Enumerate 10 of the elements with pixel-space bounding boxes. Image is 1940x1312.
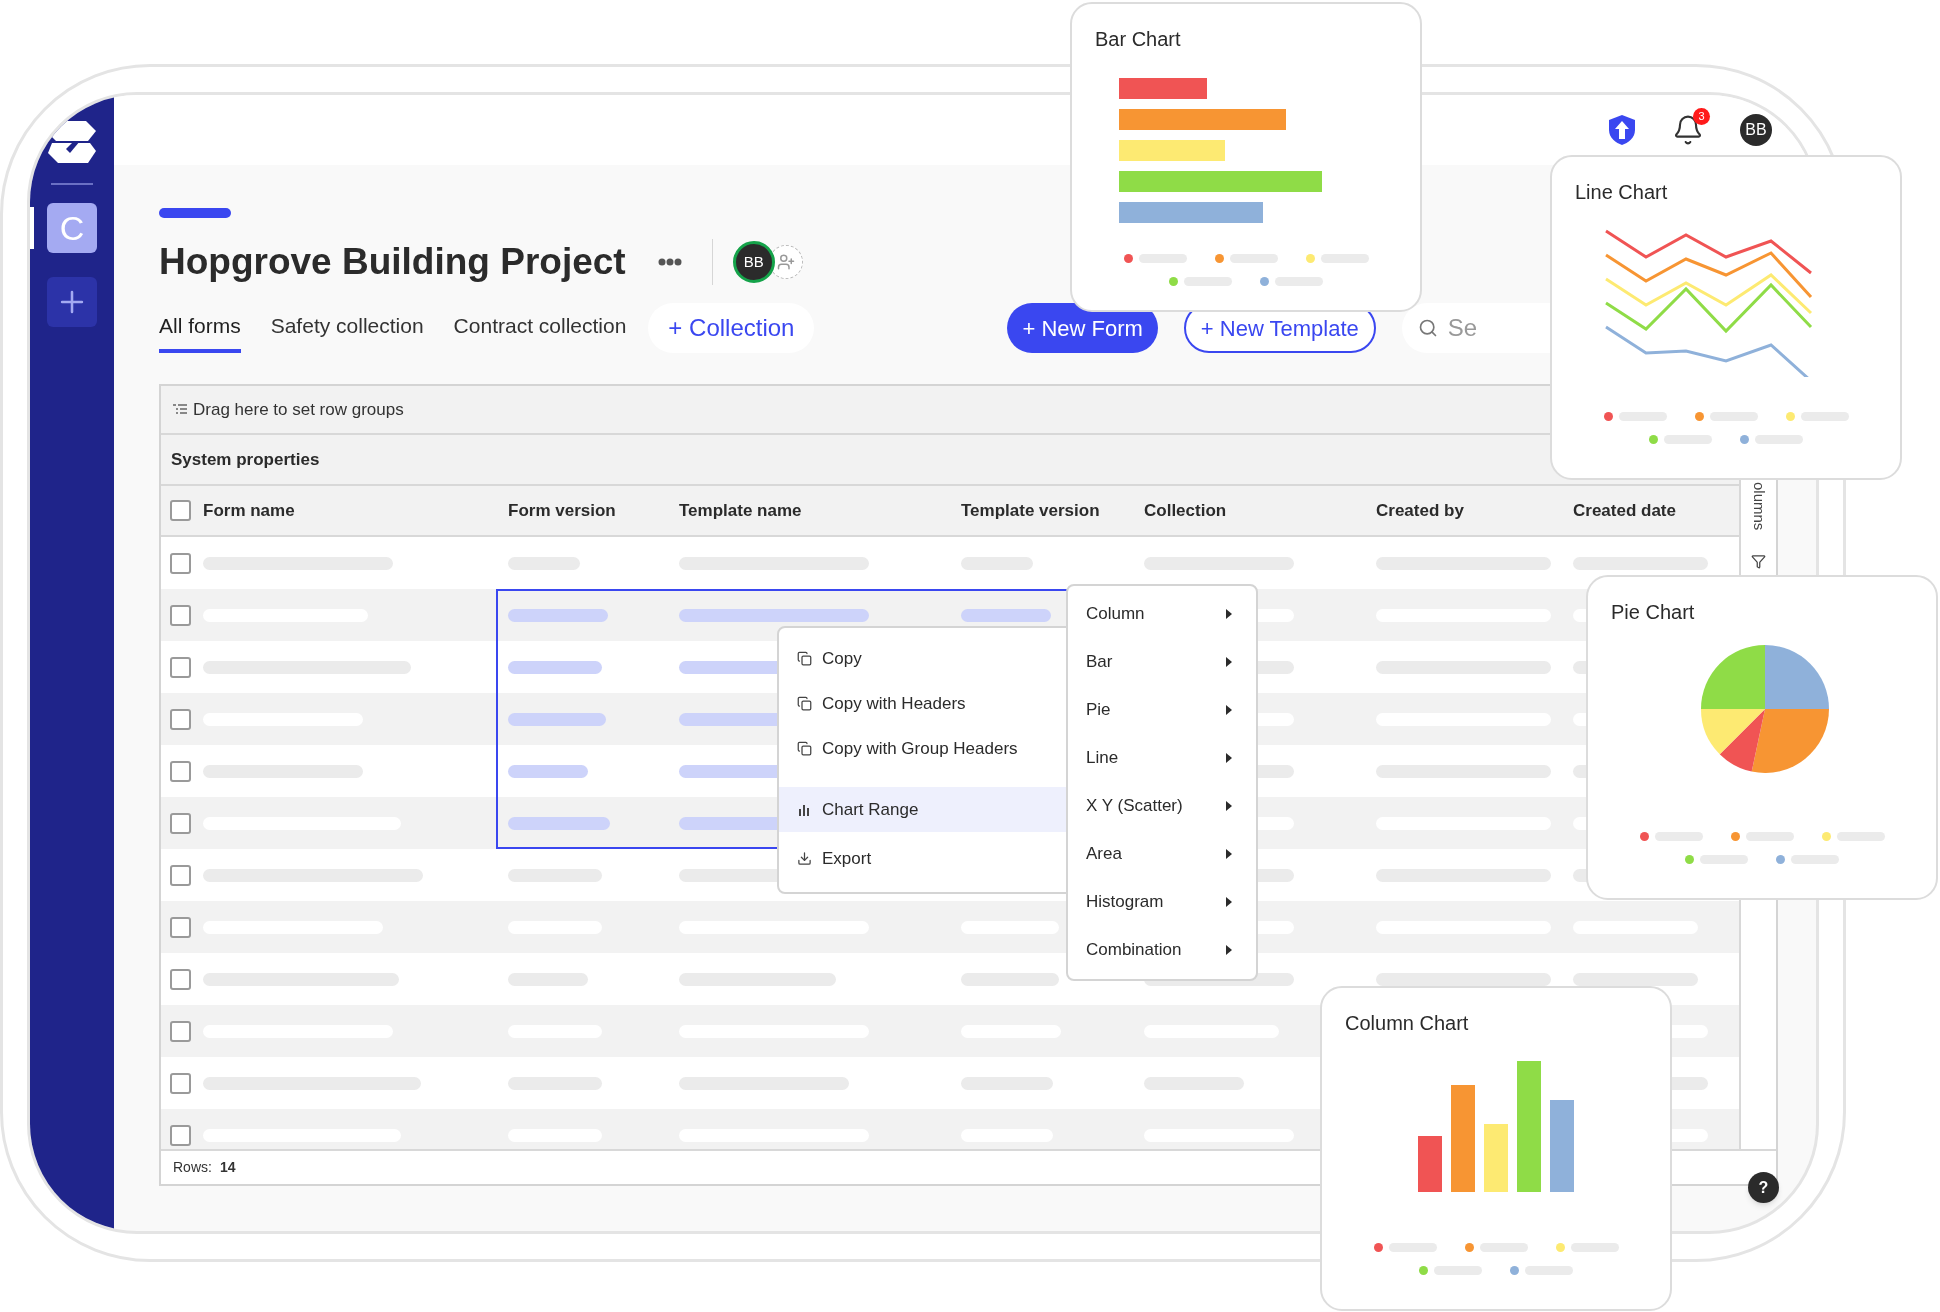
notification-badge: 3: [1693, 108, 1710, 125]
row-count-label: Rows:: [173, 1158, 212, 1177]
row-count: 14: [219, 1158, 236, 1177]
chart-card-title: Bar Chart: [1095, 27, 1181, 52]
project-title: Hopgrove Building Project: [159, 240, 626, 284]
chart-card-title: Column Chart: [1345, 1011, 1469, 1036]
chart-card-title: Line Chart: [1575, 180, 1668, 205]
column-group-header: System properties: [171, 448, 320, 471]
chart-card-title: Pie Chart: [1611, 600, 1695, 625]
row-group-hint: Drag here to set row groups: [193, 398, 404, 421]
